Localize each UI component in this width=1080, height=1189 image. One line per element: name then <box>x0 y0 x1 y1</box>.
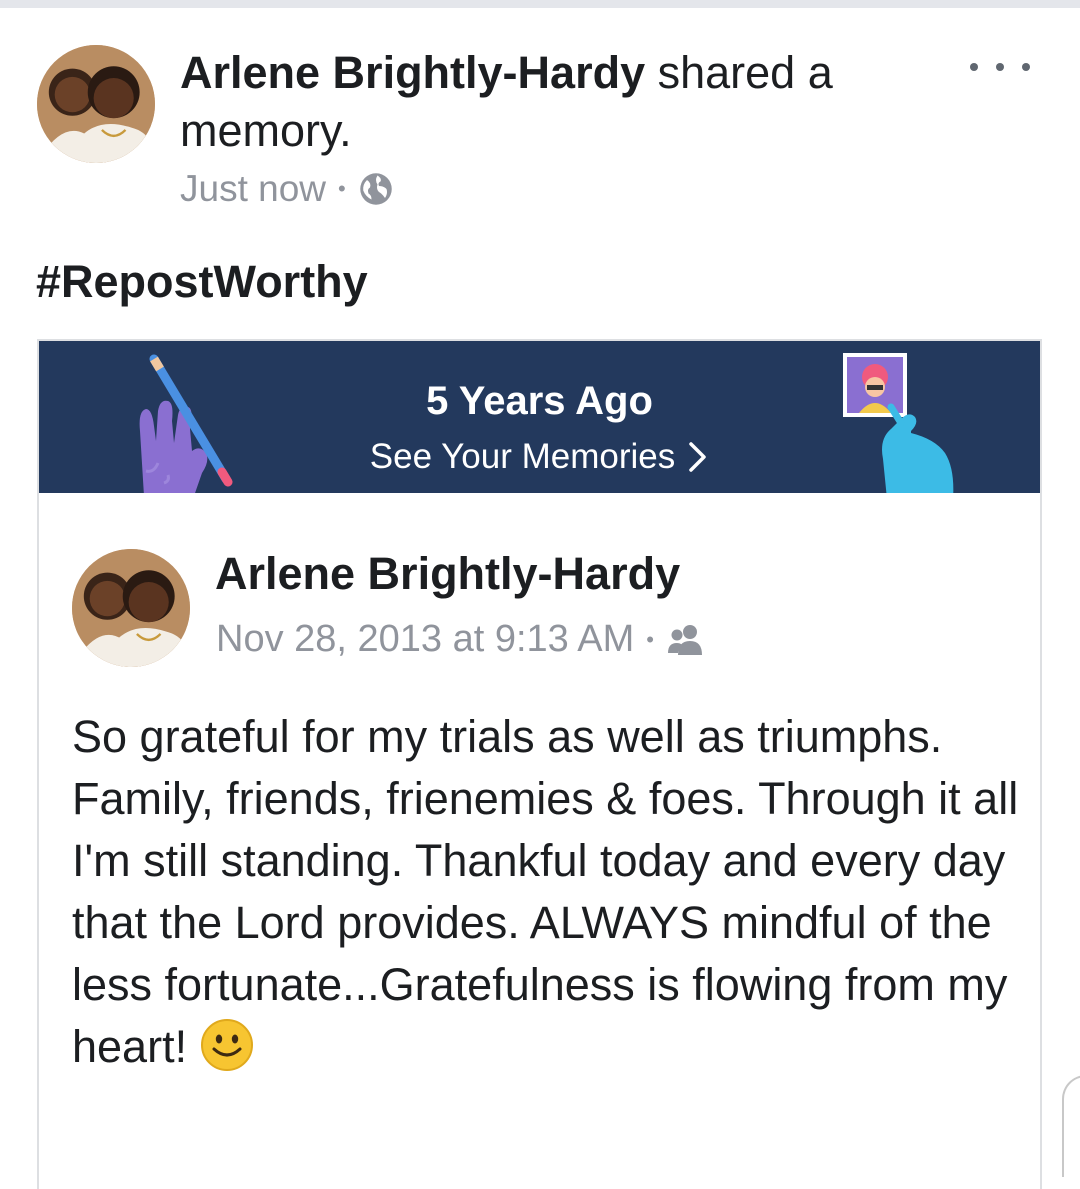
top-divider <box>0 0 1080 8</box>
more-dot <box>1022 63 1030 71</box>
hand-photo-illustration <box>843 353 954 493</box>
author-name[interactable]: Arlene Brightly-Hardy <box>180 47 645 98</box>
more-dot <box>996 63 1004 71</box>
separator-dot: • <box>646 626 654 652</box>
post-header: Arlene Brightly-Hardy shared a memory. <box>180 44 900 160</box>
see-memories-label: See Your Memories <box>369 437 676 476</box>
chevron-right-icon <box>689 442 706 472</box>
original-timestamp[interactable]: Nov 28, 2013 at 9:13 AM <box>216 618 634 661</box>
separator-dot: • <box>338 176 346 201</box>
original-post-body: So grateful for my trials as well as tri… <box>72 706 1032 1078</box>
scroll-edge <box>1062 1075 1080 1177</box>
original-author-name[interactable]: Arlene Brightly-Hardy <box>215 548 680 600</box>
profile-photo <box>72 549 190 667</box>
smiley-emoji-icon <box>200 1018 254 1072</box>
avatar[interactable] <box>37 45 155 163</box>
more-dot <box>970 63 978 71</box>
hashtag-link[interactable]: #RepostWorthy <box>36 256 368 308</box>
memory-banner[interactable]: 5 Years Ago See Your Memories <box>39 341 1040 493</box>
original-post-meta: Nov 28, 2013 at 9:13 AM • <box>216 618 706 661</box>
timestamp[interactable]: Just now <box>180 168 326 210</box>
original-author-avatar[interactable] <box>72 549 190 667</box>
post-meta: Just now • <box>180 168 394 210</box>
more-options-button[interactable] <box>970 52 1030 82</box>
profile-photo <box>37 45 155 163</box>
globe-icon[interactable] <box>358 171 394 207</box>
friends-icon[interactable] <box>666 623 706 657</box>
